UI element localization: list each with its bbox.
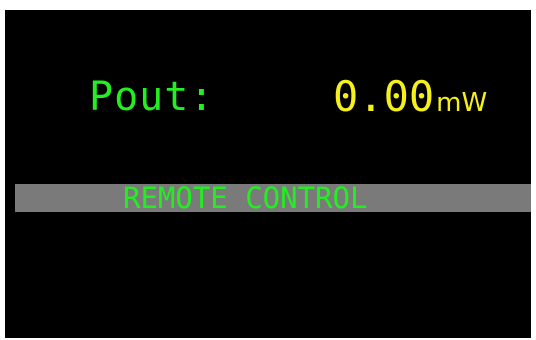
- remote-control-status: REMOTE CONTROL: [123, 181, 368, 215]
- output-power-value: 0.00: [333, 72, 435, 121]
- instrument-display: Pout: 0.00mW REMOTE CONTROL: [5, 10, 531, 338]
- output-power-unit: mW: [436, 88, 488, 118]
- output-power-label: Pout:: [89, 74, 215, 120]
- output-power-readout: 0.00mW: [333, 70, 487, 124]
